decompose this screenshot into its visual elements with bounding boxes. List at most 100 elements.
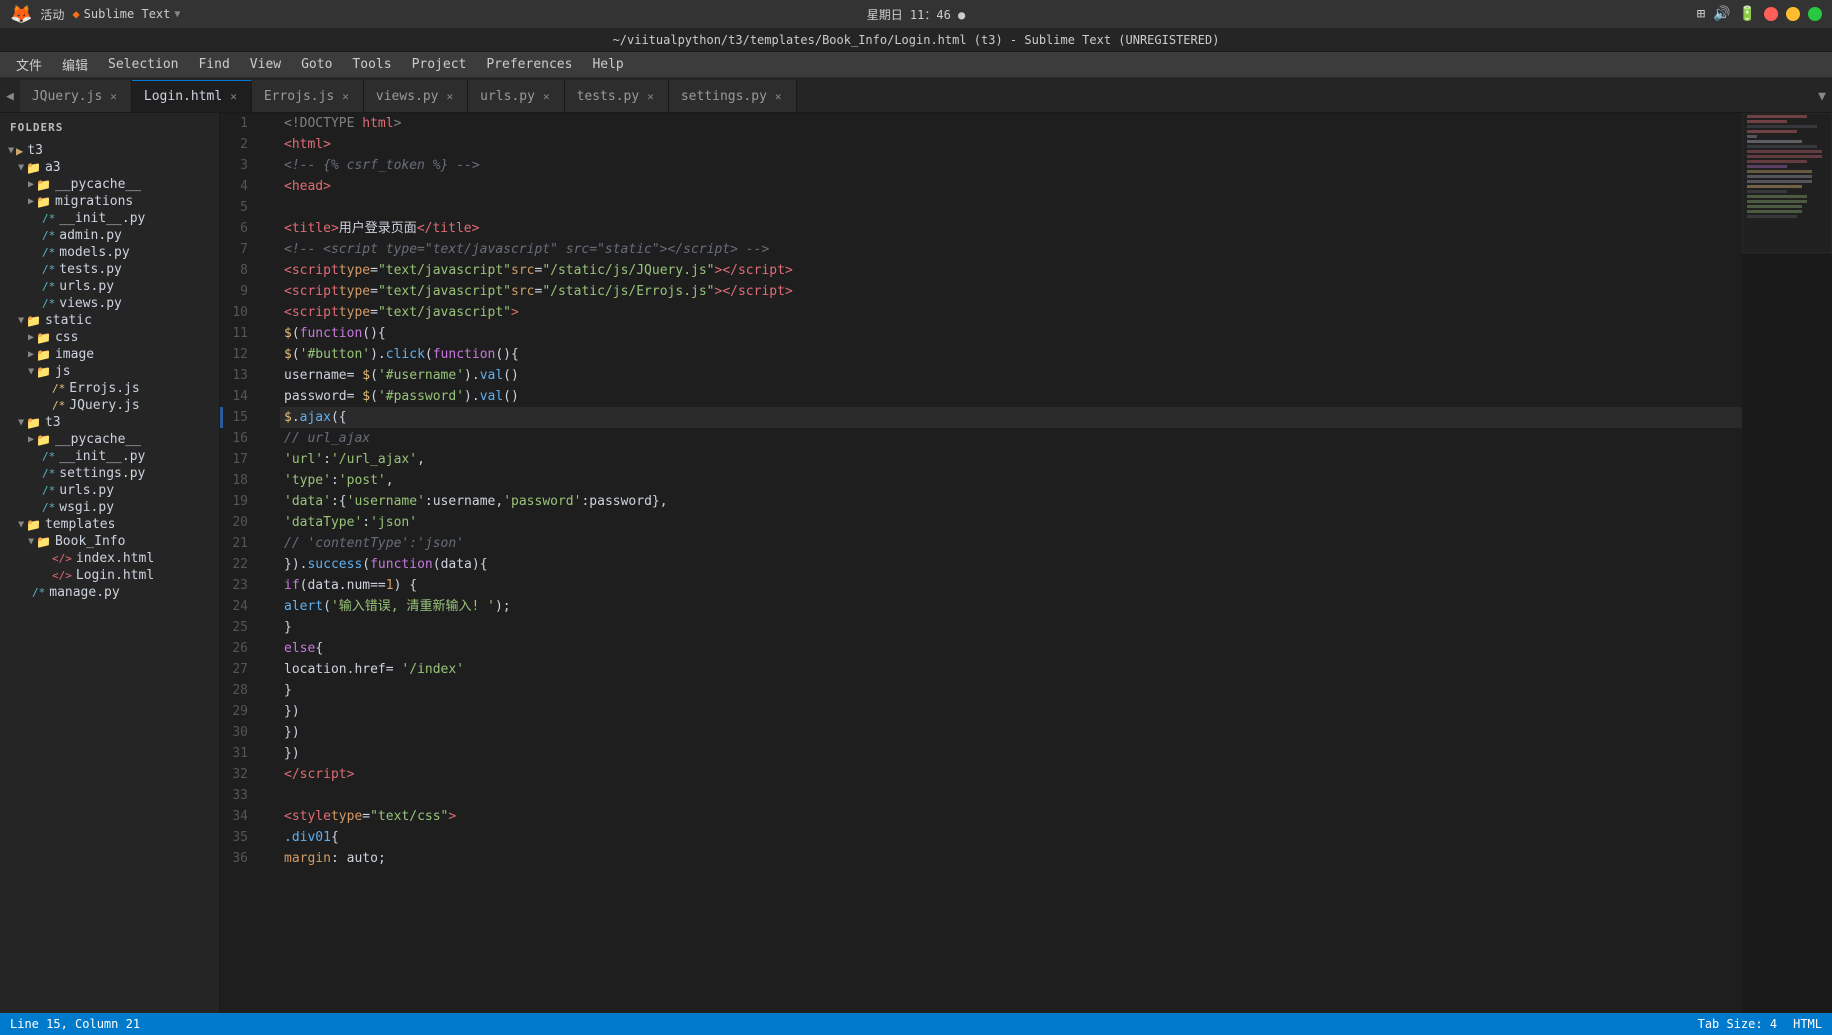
- tab-label: Errojs.js: [264, 89, 334, 104]
- menu-preferences[interactable]: Preferences: [478, 55, 580, 74]
- battery-icon: 🔋: [1739, 6, 1756, 22]
- maximize-button[interactable]: [1808, 7, 1822, 21]
- sidebar-item-jquery[interactable]: /* JQuery.js: [0, 397, 219, 414]
- editor-container[interactable]: 1234567891011121314151617181920212223242…: [220, 113, 1832, 1013]
- menu-tools[interactable]: Tools: [344, 55, 399, 74]
- code-line-12: $('#button').click(function(){: [280, 344, 1742, 365]
- tree-label: __init__.py: [59, 211, 145, 226]
- tree-label: models.py: [59, 245, 129, 260]
- tab-close-jquery[interactable]: ✕: [108, 89, 119, 104]
- sidebar-item-t3-inner[interactable]: ▶ 📁 t3: [0, 414, 219, 431]
- sidebar-item-t3-root[interactable]: ▶ ▶ t3: [0, 142, 219, 159]
- menu-view[interactable]: View: [242, 55, 289, 74]
- sidebar-item-urls1[interactable]: /* urls.py: [0, 278, 219, 295]
- sidebar-item-book-info[interactable]: ▶ 📁 Book_Info: [0, 533, 219, 550]
- sidebar-item-tests[interactable]: /* tests.py: [0, 261, 219, 278]
- arrow-icon: ▶: [16, 521, 27, 527]
- sidebar-item-static[interactable]: ▶ 📁 static: [0, 312, 219, 329]
- code-editor[interactable]: <!DOCTYPE html><html><!-- {% csrf_token …: [264, 113, 1742, 1013]
- folder-icon: 📁: [26, 416, 41, 430]
- tab-close-views[interactable]: ✕: [445, 89, 456, 104]
- sidebar-item-templates[interactable]: ▶ 📁 templates: [0, 516, 219, 533]
- file-icon-html: </>: [52, 569, 72, 582]
- sidebar-item-settings[interactable]: /* settings.py: [0, 465, 219, 482]
- code-line-10: <script type="text/javascript">: [280, 302, 1742, 323]
- tab-settings[interactable]: settings.py ✕: [669, 80, 797, 112]
- file-icon-py: /*: [42, 280, 55, 293]
- menu-selection[interactable]: Selection: [100, 55, 186, 74]
- sidebar-item-pycache2[interactable]: ▶ 📁 __pycache__: [0, 431, 219, 448]
- menu-help[interactable]: Help: [584, 55, 631, 74]
- menu-goto[interactable]: Goto: [293, 55, 340, 74]
- network-icon: ⊞: [1697, 6, 1705, 22]
- tab-close-tests[interactable]: ✕: [645, 89, 656, 104]
- sidebar-item-wsgi[interactable]: /* wsgi.py: [0, 499, 219, 516]
- tab-scroll-left[interactable]: ◀: [0, 80, 20, 112]
- sidebar-item-urls2[interactable]: /* urls.py: [0, 482, 219, 499]
- tab-close-settings[interactable]: ✕: [773, 89, 784, 104]
- sidebar-item-index-html[interactable]: </> index.html: [0, 550, 219, 567]
- tab-overflow[interactable]: ▼: [1812, 80, 1832, 112]
- sidebar-item-migrations[interactable]: ▶ 📁 migrations: [0, 193, 219, 210]
- menu-find[interactable]: Find: [190, 55, 237, 74]
- code-line-21: // 'contentType':'json': [280, 533, 1742, 554]
- code-line-17: 'url':'/url_ajax',: [280, 449, 1742, 470]
- code-line-6: <title>用户登录页面</title>: [280, 218, 1742, 239]
- arrow-icon: ▶: [16, 164, 27, 170]
- status-bar-right: Tab Size: 4 HTML: [1698, 1017, 1822, 1031]
- tab-close-urls[interactable]: ✕: [541, 89, 552, 104]
- sidebar-item-pycache1[interactable]: ▶ 📁 __pycache__: [0, 176, 219, 193]
- folder-icon: 📁: [26, 518, 41, 532]
- sidebar-item-init2[interactable]: /* __init__.py: [0, 448, 219, 465]
- tab-login[interactable]: Login.html ✕: [132, 80, 252, 112]
- tab-tests[interactable]: tests.py ✕: [565, 80, 669, 112]
- code-line-26: else{: [280, 638, 1742, 659]
- tab-errojs[interactable]: Errojs.js ✕: [252, 80, 364, 112]
- tab-jquery[interactable]: JQuery.js ✕: [20, 80, 132, 112]
- sidebar-item-js[interactable]: ▶ 📁 js: [0, 363, 219, 380]
- sidebar-item-admin[interactable]: /* admin.py: [0, 227, 219, 244]
- file-icon-py: /*: [32, 586, 45, 599]
- tree-label: Login.html: [76, 568, 154, 583]
- chevron-down-icon[interactable]: ▼: [174, 9, 180, 20]
- current-line-indicator: [220, 407, 223, 428]
- folder-icon: 📁: [36, 178, 51, 192]
- file-icon-py: /*: [42, 467, 55, 480]
- tree-label: migrations: [55, 194, 133, 209]
- sidebar-item-css[interactable]: ▶ 📁 css: [0, 329, 219, 346]
- folder-icon: 📁: [36, 331, 51, 345]
- code-line-1: <!DOCTYPE html>: [280, 113, 1742, 134]
- folder-icon: 📁: [36, 433, 51, 447]
- minimize-button[interactable]: [1786, 7, 1800, 21]
- status-bar-left: Line 15, Column 21: [10, 1017, 140, 1031]
- sidebar-item-login-html[interactable]: </> Login.html: [0, 567, 219, 584]
- menu-project[interactable]: Project: [404, 55, 475, 74]
- arrow-icon: ▶: [26, 538, 37, 544]
- tab-urls[interactable]: urls.py ✕: [468, 80, 564, 112]
- menu-bar: 文件 编辑 Selection Find View Goto Tools Pro…: [0, 52, 1832, 78]
- close-button[interactable]: [1764, 7, 1778, 21]
- sidebar-item-image[interactable]: ▶ 📁 image: [0, 346, 219, 363]
- tab-label: settings.py: [681, 89, 767, 104]
- menu-file[interactable]: 文件: [8, 53, 50, 76]
- sidebar-item-models[interactable]: /* models.py: [0, 244, 219, 261]
- sidebar-item-a3[interactable]: ▶ 📁 a3: [0, 159, 219, 176]
- menu-edit[interactable]: 编辑: [54, 53, 96, 76]
- tab-close-errojs[interactable]: ✕: [340, 89, 351, 104]
- code-line-7: <!-- <script type="text/javascript" src=…: [280, 239, 1742, 260]
- status-file-type: HTML: [1793, 1017, 1822, 1031]
- tab-close-login[interactable]: ✕: [228, 89, 239, 104]
- tree-label: static: [45, 313, 92, 328]
- sidebar-item-manage[interactable]: /* manage.py: [0, 584, 219, 601]
- sidebar-item-errojs[interactable]: /* Errojs.js: [0, 380, 219, 397]
- sublime-icon: ◆: [72, 7, 79, 21]
- sidebar-item-init1[interactable]: /* __init__.py: [0, 210, 219, 227]
- tab-views[interactable]: views.py ✕: [364, 80, 468, 112]
- filepath-text: ~/viitualpython/t3/templates/Book_Info/L…: [613, 33, 1220, 47]
- folder-icon: 📁: [36, 195, 51, 209]
- file-icon-py: /*: [42, 229, 55, 242]
- sidebar-item-views[interactable]: /* views.py: [0, 295, 219, 312]
- status-line-col: Line 15, Column 21: [10, 1017, 140, 1031]
- arrow-icon: ▶: [6, 147, 17, 153]
- tree-label: wsgi.py: [59, 500, 114, 515]
